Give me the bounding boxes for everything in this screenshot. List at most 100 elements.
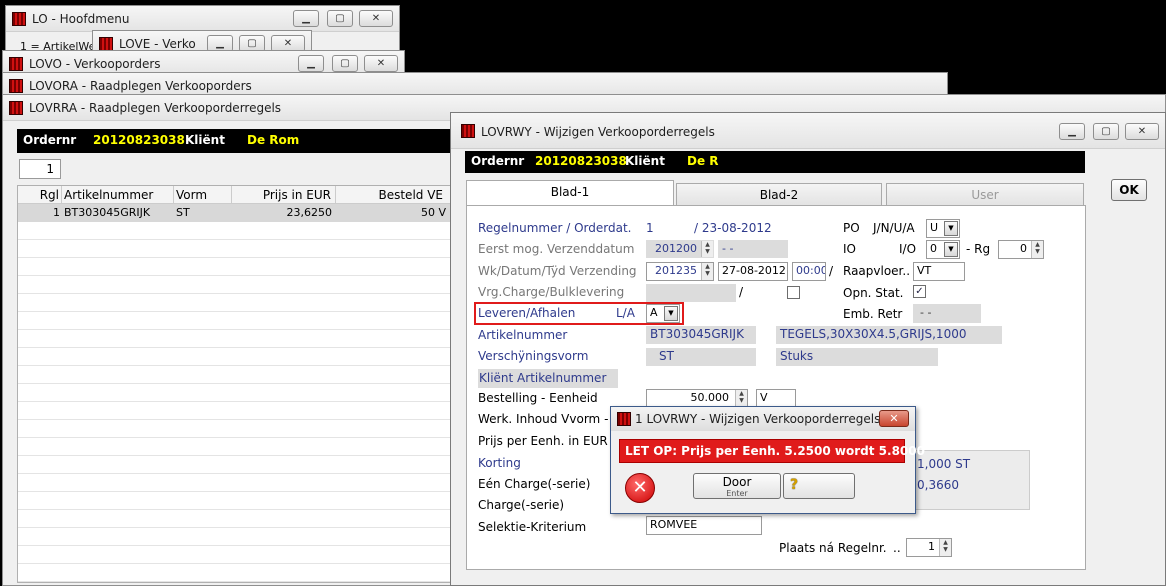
vrg-charge-field — [646, 284, 736, 302]
vorm-description: Stuks — [776, 348, 938, 366]
table-header: Rgl Artikelnummer Vorm Prijs in EUR Best… — [18, 186, 458, 204]
ordernr-label: Ordernr — [471, 154, 525, 168]
warning-message: LET OP: Prijs per Eenh. 5.2500 wordt 5.8… — [625, 444, 925, 458]
chevron-down-icon[interactable]: ▼ — [664, 306, 678, 321]
dialog-titlebar[interactable]: 1 LOVRWY - Wijzigen Verkooporderregels ✕ — [611, 407, 915, 431]
maximize-button[interactable]: ▢ — [327, 10, 353, 27]
io-select[interactable]: 0 ▼ — [926, 240, 960, 259]
rg-field[interactable]: 0 ▲ ▼ — [998, 240, 1044, 259]
column-header-prijs[interactable]: Prijs in EUR — [232, 186, 336, 204]
tab-blad-1[interactable]: Blad-1 — [466, 180, 674, 206]
opn-stat-checkbox[interactable]: ✓ — [913, 285, 926, 298]
rg-value: 0 — [1020, 242, 1027, 255]
minimize-button[interactable]: ▁ — [293, 10, 319, 27]
klient-label: Kliënt — [185, 133, 225, 147]
spinner-icon[interactable]: ▲ ▼ — [701, 263, 713, 280]
cell-vorm: ST — [176, 206, 190, 219]
window-title: LO - Hoofdmenu — [32, 12, 130, 26]
emb-retr-label: Emb. Retr — [843, 307, 903, 321]
door-button[interactable]: Door Enter — [693, 473, 781, 499]
spinner-icon[interactable]: ▲ ▼ — [701, 241, 713, 257]
column-header-vorm[interactable]: Vorm — [174, 186, 232, 204]
help-button[interactable]: ? — [783, 473, 855, 499]
window-title: LOVRRA - Raadplegen Verkooporderregels — [29, 101, 282, 115]
regelnummer-value: 1 — [646, 221, 654, 235]
close-button[interactable]: ✕ — [1125, 123, 1159, 140]
wk-week-field[interactable]: 201235 ▲ ▼ — [646, 262, 714, 281]
tab-user[interactable]: User — [886, 183, 1084, 207]
close-button[interactable]: ✕ — [359, 10, 393, 27]
artikelnummer-label: Artikelnummer — [478, 328, 568, 342]
selektie-field[interactable]: ROMVEE — [646, 516, 762, 535]
app-icon — [12, 12, 26, 26]
page-number-box[interactable]: 1 — [19, 159, 61, 179]
table-grid — [18, 222, 456, 582]
opn-stat-label: Opn. Stat. — [843, 286, 904, 300]
column-header-besteld[interactable]: Besteld VE — [336, 186, 458, 204]
error-icon: ✕ — [625, 473, 655, 503]
close-button[interactable]: ✕ — [364, 55, 398, 72]
wk-time-field[interactable]: 00:00 — [792, 262, 826, 281]
plaats-value: 1 — [928, 540, 935, 553]
vrg-charge-label: Vrg.Charge/Bulklevering — [478, 285, 625, 299]
door-label: Door — [722, 475, 752, 489]
cell-besteld: 50 V — [420, 206, 446, 219]
klient-value: De R — [687, 154, 719, 168]
prijs-per-eenheid-label: Prijs per Eenh. in EUR — [478, 434, 608, 448]
pricing-factor: 0,3660 — [917, 478, 959, 492]
po-select[interactable]: U ▼ — [926, 219, 960, 238]
klient-label: Kliënt — [625, 154, 665, 168]
ok-button[interactable]: OK — [1111, 179, 1147, 201]
maximize-button[interactable]: ▢ — [332, 55, 358, 72]
regelnummer-label: Regelnummer / Orderdat. — [478, 221, 632, 235]
werk-inhoud-label: Werk. Inhoud Vvorm - E — [478, 412, 620, 426]
titlebar-lovrwy[interactable]: LOVRWY - Wijzigen Verkooporderregels ▁ ▢… — [451, 113, 1165, 149]
order-lines-table: Rgl Artikelnummer Vorm Prijs in EUR Best… — [17, 185, 458, 583]
app-icon — [461, 124, 475, 138]
een-charge-label: Eén Charge(-serie) — [478, 477, 591, 491]
klient-value: De Rom — [247, 133, 300, 147]
spinner-icon[interactable]: ▲ ▼ — [939, 539, 951, 556]
wk-date-field[interactable]: 27-08-2012 — [718, 262, 788, 281]
column-header-rgl[interactable]: Rgl — [18, 186, 62, 204]
ordernr-value: 20120823038 — [535, 154, 627, 168]
app-icon — [617, 412, 631, 426]
io-value: 0 — [930, 242, 937, 255]
column-header-artikelnummer[interactable]: Artikelnummer — [62, 186, 174, 204]
chevron-down-icon[interactable]: ▼ — [944, 221, 958, 236]
artikelnummer-field: BT303045GRIJK — [646, 326, 756, 344]
raapvloer-field[interactable]: VT — [913, 262, 965, 281]
tab-blad-2[interactable]: Blad-2 — [676, 183, 882, 207]
eerst-mog-label: Eerst mog. Verzenddatum — [478, 242, 635, 256]
artikel-description: TEGELS,30X30X4.5,GRIJS,1000 — [776, 326, 1002, 344]
dialog-close-button[interactable]: ✕ — [879, 410, 909, 427]
po-value: U — [930, 221, 939, 234]
leveren-select[interactable]: A ▼ — [646, 304, 680, 323]
selektie-label: Selektie-Kriterium — [478, 520, 587, 534]
po-code: J/N/U/A — [873, 221, 915, 235]
ordernr-value: 20120823038 — [93, 133, 185, 147]
bulklevering-checkbox[interactable] — [787, 286, 800, 299]
eerst-week-value: 201200 — [655, 242, 697, 255]
window-title: LOVORA - Raadplegen Verkooporders — [29, 79, 252, 93]
cell-artikelnummer: BT303045GRIJK — [64, 206, 151, 219]
orderdatum-value: / 23-08-2012 — [694, 221, 772, 235]
titlebar-hoofdmenu[interactable]: LO - Hoofdmenu ▁ ▢ ✕ — [6, 6, 399, 32]
ordernr-label: Ordernr — [23, 133, 77, 147]
plaats-label: Plaats ná Regelnr. — [779, 541, 887, 555]
order-header-bar: Ordernr 20120823038 Kliënt De Rom — [17, 129, 477, 153]
po-label: PO — [843, 221, 860, 235]
warning-message-banner: LET OP: Prijs per Eenh. 5.2500 wordt 5.8… — [619, 439, 925, 463]
table-row[interactable]: 1 BT303045GRIJK ST 23,6250 50 V — [18, 204, 456, 222]
spinner-icon[interactable]: ▲ ▼ — [1031, 241, 1043, 258]
minimize-button[interactable]: ▁ — [298, 55, 324, 72]
raapvloer-label: Raapvloer.. — [843, 264, 911, 278]
cell-rgl: 1 — [53, 206, 60, 219]
minimize-button[interactable]: ▁ — [1059, 123, 1085, 140]
maximize-button[interactable]: ▢ — [1093, 123, 1119, 140]
spinner-icon[interactable]: ▲ ▼ — [735, 390, 747, 407]
pricing-quantity: 1,000 ST — [917, 457, 971, 471]
plaats-field[interactable]: 1 ▲ ▼ — [906, 538, 952, 557]
leveren-label: Leveren/Afhalen — [478, 306, 576, 320]
chevron-down-icon[interactable]: ▼ — [944, 242, 958, 257]
